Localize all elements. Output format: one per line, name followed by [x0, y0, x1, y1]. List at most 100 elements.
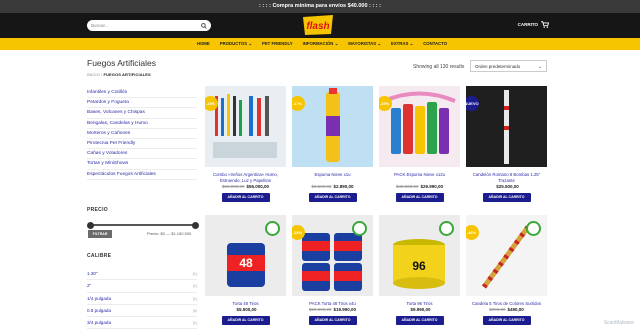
category-item[interactable]: Cañas y Voladores — [87, 149, 197, 160]
roman-candle-image — [504, 90, 509, 164]
nav-productos[interactable]: PRODUCTOS ⌄ — [220, 38, 252, 50]
chevron-down-icon: ⌄ — [248, 41, 252, 46]
fireworks-kit-image — [213, 94, 277, 158]
category-item[interactable]: Bengalas, Candelas y Humo — [87, 119, 197, 129]
product-card: -46% Candela 5 Tiros de Colores Surtidos… — [466, 215, 547, 325]
search-placeholder: Buscar... — [91, 23, 109, 28]
foam-spray-image — [326, 88, 340, 162]
nav-home[interactable]: HOME — [197, 38, 210, 50]
product-name[interactable]: Torta 96 Tiros — [379, 301, 460, 306]
product-price: $20.000,00 $19.990,00 — [308, 307, 357, 312]
nav-mayoristas[interactable]: MAYORISTAS ⌄ — [348, 38, 381, 50]
svg-text:96: 96 — [412, 259, 426, 273]
product-name[interactable]: PACK Espuma Nieve x12u — [379, 172, 460, 183]
add-to-cart-button[interactable]: AÑADIR AL CARRITO — [482, 193, 531, 202]
caliber-item[interactable]: 1.30" (1) — [87, 268, 197, 281]
product-card: 96 Torta 96 Tiros $9.990,00 AÑADIR AL CA… — [379, 215, 460, 325]
product-card: -25% PACK Torta 48 Tiros x4u $20.000,00 $… — [292, 215, 373, 325]
add-to-cart-button[interactable]: AÑADIR AL CARRITO — [308, 193, 357, 202]
product-name[interactable]: Espuma Nieve x1u — [292, 172, 373, 183]
nav-contacto[interactable]: CONTACTO — [423, 38, 447, 50]
promo-text: : : : : Compra minima para envíos $40.00… — [259, 3, 381, 9]
product-name[interactable]: Combo «Ireños Argentina» Humo, Estruendo… — [205, 172, 286, 183]
price-filter-title: PRECIO — [87, 207, 108, 213]
product-image[interactable]: 48 — [205, 215, 286, 296]
search-icon[interactable] — [201, 22, 207, 29]
category-list: Infantiles y Cotillón Petardos y Fogueta… — [87, 88, 197, 180]
product-name[interactable]: Candelón Romano 8 Bombas 1.25" Trazante — [466, 172, 547, 183]
product-card: -25% PACK Espuma Nieve x12u $40.000,00 $2… — [379, 86, 460, 202]
nav-informacion[interactable]: INFORMACIÓN ⌄ — [303, 38, 339, 50]
product-card: NUEVO Candelón Romano 8 Bombas 1.25" Tra… — [466, 86, 547, 202]
product-price: $900,00 $490,00 — [489, 307, 524, 312]
logo-text: flash — [306, 21, 329, 32]
svg-text:48: 48 — [239, 256, 253, 270]
chevron-down-icon: ⌄ — [377, 41, 381, 46]
watermark: ScanMalware — [603, 320, 634, 326]
product-image[interactable]: NUEVO — [466, 86, 547, 167]
flash-logo[interactable]: flash — [300, 14, 336, 36]
add-to-cart-button[interactable]: AÑADIR AL CARRITO — [308, 316, 357, 325]
product-price: $25.500,00 — [496, 184, 519, 189]
product-card: 48 Torta 48 Tiros $5.500,00 AÑADIR AL CA… — [205, 215, 286, 325]
pet-friendly-icon — [352, 221, 367, 236]
caliber-list: 1.30" (1) 2" (1) 1/4 pulgada (1) 0.8 pulgad… — [87, 268, 197, 330]
search-input[interactable]: Buscar... — [87, 20, 211, 31]
product-price: $9.990,00 — [410, 307, 431, 312]
sort-select[interactable]: Orden predeterminado ⌄ — [470, 60, 547, 72]
chevron-down-icon: ⌄ — [538, 64, 542, 69]
caliber-item[interactable]: 0.8 pulgada (2) — [87, 305, 197, 318]
category-item[interactable]: Pirotecnia Pet Friendly — [87, 139, 197, 150]
filter-button[interactable]: FILTRAR — [88, 230, 112, 238]
product-price: $65.000,00 $55.000,00 — [221, 184, 270, 189]
category-item[interactable]: Infantiles y Cotillón — [87, 88, 197, 99]
product-name[interactable]: Candela 5 Tiros de Colores Surtidos — [466, 301, 547, 306]
product-image[interactable]: -25% — [292, 215, 373, 296]
foam-pack-image — [383, 91, 456, 154]
site-header: Buscar... flash CARRITO — [0, 13, 640, 38]
product-card: -15% Combo «Ireños Argentina» Humo, Estr… — [205, 86, 286, 202]
category-item[interactable]: Morteros y Cañones — [87, 129, 197, 139]
product-image[interactable]: -15% — [205, 86, 286, 167]
cart-link[interactable]: CARRITO — [518, 21, 549, 28]
sort-value: Orden predeterminado — [475, 64, 521, 69]
add-to-cart-button[interactable]: AÑADIR AL CARRITO — [482, 316, 531, 325]
pet-friendly-icon — [439, 221, 454, 236]
product-image[interactable]: 96 — [379, 215, 460, 296]
category-item[interactable]: Espectáculos Fuegos Artificiales — [87, 170, 197, 180]
product-image[interactable]: -46% — [466, 215, 547, 296]
add-to-cart-button[interactable]: AÑADIR AL CARRITO — [221, 316, 270, 325]
chevron-down-icon: ⌄ — [409, 41, 414, 46]
nav-extras[interactable]: EXTRAS ⌄ — [391, 38, 413, 50]
cart-icon — [541, 21, 549, 28]
price-slider[interactable] — [87, 221, 199, 229]
category-item[interactable]: Tortas y MiniShows — [87, 159, 197, 170]
product-name[interactable]: PACK Torta 48 Tiros x4u — [292, 301, 373, 306]
product-image[interactable]: -17% — [292, 86, 373, 167]
pet-friendly-icon — [265, 221, 280, 236]
add-to-cart-button[interactable]: AÑADIR AL CARRITO — [221, 193, 270, 202]
breadcrumb: INICIO / FUEGOS ARTIFICIALES — [87, 72, 151, 77]
category-item[interactable]: Bases, Volcanes y Chispas — [87, 108, 197, 119]
product-price: $3.500,00 $2.890,00 — [311, 184, 354, 189]
nav-pet-friendly[interactable]: PET FRIENDLY — [262, 38, 293, 50]
result-count: Showing all 130 results — [413, 64, 465, 70]
price-min-handle[interactable] — [87, 221, 94, 229]
main-nav: HOME PRODUCTOS ⌄ PET FRIENDLY INFORMACIÓ… — [0, 38, 640, 50]
add-to-cart-button[interactable]: AÑADIR AL CARRITO — [395, 193, 444, 202]
caliber-item[interactable]: 2" (1) — [87, 280, 197, 293]
caliber-item[interactable]: 1/4 pulgada (1) — [87, 293, 197, 305]
page-title: Fuegos Artificiales — [87, 58, 156, 68]
price-range-text: Precio: $0 — $1.150.000 — [147, 231, 192, 236]
product-image[interactable]: -25% — [379, 86, 460, 167]
add-to-cart-button[interactable]: AÑADIR AL CARRITO — [395, 316, 444, 325]
promo-bar: : : : : Compra minima para envíos $40.00… — [0, 0, 640, 13]
breadcrumb-current: FUEGOS ARTIFICIALES — [103, 72, 151, 77]
product-name[interactable]: Torta 48 Tiros — [205, 301, 286, 306]
price-max-handle[interactable] — [192, 221, 199, 229]
product-card: -17% Espuma Nieve x1u $3.500,00 $2.890,00… — [292, 86, 373, 202]
category-item[interactable]: Petardos y Fogueta — [87, 98, 197, 109]
caliber-item[interactable]: 3/4 pulgada (1) — [87, 317, 197, 330]
chevron-down-icon: ⌄ — [334, 41, 339, 46]
breadcrumb-home[interactable]: INICIO — [87, 72, 100, 77]
